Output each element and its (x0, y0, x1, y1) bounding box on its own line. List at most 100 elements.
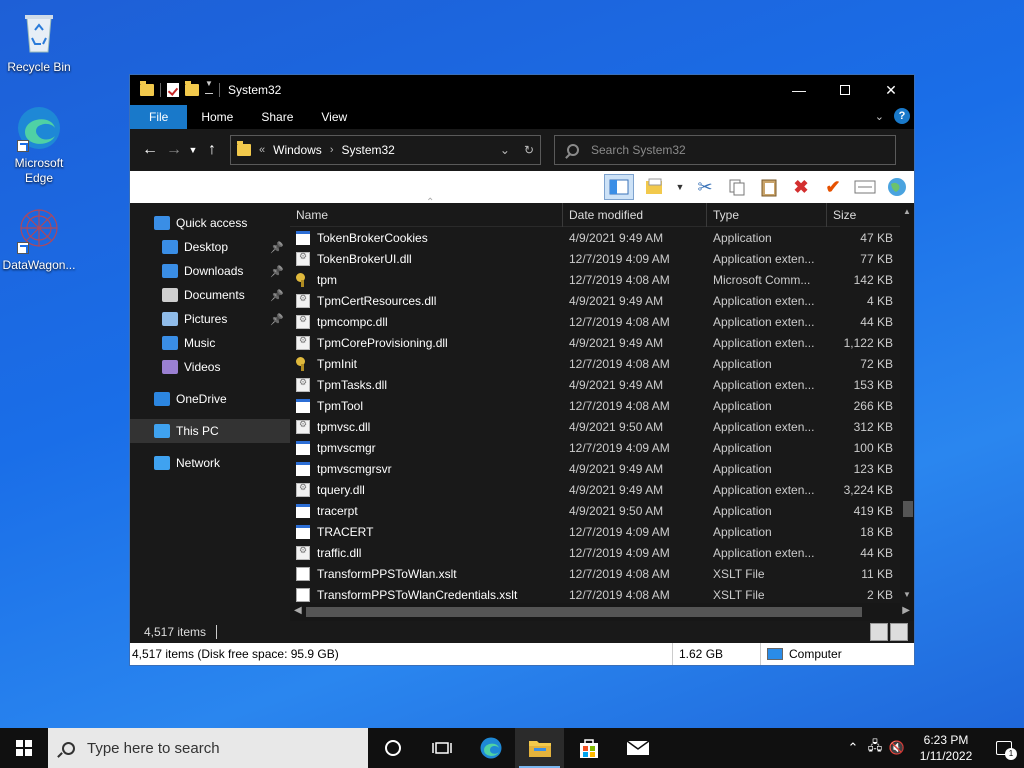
rename-checkmark-icon[interactable]: ✔ (822, 176, 844, 198)
nav-item-downloads[interactable]: Downloads 📌 (130, 259, 290, 283)
cut-icon[interactable]: ✂ (694, 176, 716, 198)
scroll-down-icon[interactable]: ▼ (903, 590, 911, 599)
properties-icon[interactable] (854, 176, 876, 198)
nav-item-onedrive[interactable]: OneDrive (130, 387, 290, 411)
paste-icon[interactable] (758, 176, 780, 198)
file-row[interactable]: TpmTasks.dll 4/9/2021 9:49 AM Application … (290, 374, 914, 395)
minimize-button[interactable]: — (776, 75, 822, 105)
forward-arrow-icon[interactable]: → (162, 141, 186, 159)
recent-locations-icon[interactable]: ▼ (186, 145, 200, 155)
nav-item-videos[interactable]: Videos (130, 355, 290, 379)
details-view-icon[interactable] (870, 623, 888, 641)
column-header-size[interactable]: Size (827, 203, 899, 227)
desktop-icon-edge[interactable]: Microsoft Edge (0, 104, 78, 186)
file-row[interactable]: TRACERT 12/7/2019 4:09 AM Application 18 KB (290, 521, 914, 542)
file-row[interactable]: tquery.dll 4/9/2021 9:49 AM Application ex… (290, 479, 914, 500)
scroll-right-icon[interactable]: ▶ (902, 605, 910, 616)
nav-item-music[interactable]: Music (130, 331, 290, 355)
store-icon[interactable] (564, 728, 613, 768)
cortana-icon[interactable] (368, 728, 417, 768)
address-bar[interactable]: « Windows › System32 ⌄ ↻ (230, 135, 541, 165)
dll-file-icon (296, 419, 310, 434)
scrollbar-thumb[interactable] (306, 607, 862, 617)
file-row[interactable]: tracerpt 4/9/2021 9:50 AM Application 419 K… (290, 500, 914, 521)
up-arrow-icon[interactable]: ↑ (200, 141, 224, 159)
scroll-up-icon[interactable]: ▲ (903, 207, 911, 216)
tab-home[interactable]: Home (187, 105, 247, 129)
column-header-type[interactable]: Type (707, 202, 827, 227)
file-name-cell: tpmvscmgr (290, 440, 563, 455)
delete-icon[interactable]: ✖ (790, 176, 812, 198)
preview-pane-icon[interactable] (604, 174, 634, 200)
file-row[interactable]: TpmTool 12/7/2019 4:08 AM Application 266 K… (290, 395, 914, 416)
file-row[interactable]: tpmvscmgrsvr 4/9/2021 9:49 AM Application 1… (290, 458, 914, 479)
desktop-icon-datawagon[interactable]: DataWagon... (0, 206, 78, 273)
globe-icon[interactable] (886, 176, 908, 198)
dropdown-arrow-icon[interactable]: ▼ (676, 176, 685, 198)
file-row[interactable]: TpmInit 12/7/2019 4:08 AM Application 72 KB (290, 353, 914, 374)
new-folder-icon[interactable] (185, 81, 199, 96)
maximize-button[interactable] (822, 75, 868, 105)
overflow-chevron-icon[interactable]: « (259, 144, 265, 156)
file-row[interactable]: tpmvscmgr 12/7/2019 4:09 AM Application 100… (290, 437, 914, 458)
file-row[interactable]: TpmCoreProvisioning.dll 4/9/2021 9:49 AM A… (290, 332, 914, 353)
desktop-icon-recycle-bin[interactable]: Recycle Bin (0, 8, 78, 75)
scrollbar-thumb[interactable] (903, 501, 913, 517)
action-center-button[interactable]: 1 (984, 728, 1024, 768)
breadcrumb-system32[interactable]: System32 (341, 143, 394, 157)
nav-item-label: Network (176, 456, 221, 470)
large-icons-view-icon[interactable] (890, 623, 908, 641)
tab-view[interactable]: View (307, 105, 361, 129)
task-view-icon[interactable] (417, 728, 466, 768)
nav-item-network[interactable]: Network (130, 451, 290, 475)
nav-item-documents[interactable]: Documents 📌 (130, 283, 290, 307)
clock[interactable]: 6:23 PM 1/11/2022 (908, 732, 984, 764)
file-row[interactable]: TransformPPSToWlan.xslt 12/7/2019 4:08 AM… (290, 563, 914, 584)
nav-item-pictures[interactable]: Pictures 📌 (130, 307, 290, 331)
file-row[interactable]: tpmcompc.dll 12/7/2019 4:08 AM Application… (290, 311, 914, 332)
close-button[interactable]: ✕ (868, 75, 914, 105)
network-icon[interactable]: 🖧 (864, 737, 886, 759)
file-row[interactable]: TokenBrokerUI.dll 12/7/2019 4:09 AM Applic… (290, 248, 914, 269)
volume-muted-icon[interactable]: 🔇 (886, 740, 908, 756)
recycle-bin-icon (15, 8, 63, 56)
file-row[interactable]: tpm 12/7/2019 4:08 AM Microsoft Comm... 142… (290, 269, 914, 290)
nav-item-desktop[interactable]: Desktop 📌 (130, 235, 290, 259)
horizontal-scrollbar[interactable]: ◀ ▶ (290, 603, 914, 621)
file-row[interactable]: TransformPPSToWlanCredentials.xslt 12/7/2… (290, 584, 914, 605)
file-row[interactable]: tpmvsc.dll 4/9/2021 9:50 AM Application ex… (290, 416, 914, 437)
file-size: 2 KB (866, 587, 893, 602)
copy-icon[interactable] (726, 176, 748, 198)
file-row[interactable]: traffic.dll 12/7/2019 4:09 AM Application … (290, 542, 914, 563)
address-dropdown-icon[interactable]: ⌄ (500, 143, 510, 157)
help-icon[interactable]: ? (894, 108, 910, 124)
file-row[interactable]: TpmCertResources.dll 4/9/2021 9:49 AM Appl… (290, 290, 914, 311)
nav-item-this-pc[interactable]: This PC (130, 419, 290, 443)
shortcut-arrow-icon (17, 140, 29, 152)
tab-share[interactable]: Share (247, 105, 307, 129)
tab-file[interactable]: File (130, 105, 188, 129)
mail-icon[interactable] (613, 728, 662, 768)
column-header-date-modified[interactable]: Date modified (563, 202, 707, 227)
scroll-left-icon[interactable]: ◀ (294, 605, 302, 616)
nav-item-quick-access[interactable]: Quick access (130, 211, 290, 235)
details-pane-icon[interactable] (644, 176, 666, 198)
pin-icon: 📌 (270, 289, 284, 302)
vertical-scrollbar[interactable]: ▲ ▼ (900, 203, 914, 603)
explorer-body: Quick access Desktop 📌 Downloads 📌 Documents 📌… (130, 197, 914, 621)
show-hidden-icons-icon[interactable]: ⌃ (842, 740, 864, 756)
file-name: TpmTasks.dll (317, 377, 388, 392)
back-arrow-icon[interactable]: ← (138, 141, 162, 159)
file-row[interactable]: TokenBrokerCookies 4/9/2021 9:49 AM Applic… (290, 227, 914, 248)
file-explorer-taskbar-icon[interactable] (515, 728, 564, 768)
customize-toolbar-icon[interactable]: ▼ (205, 79, 213, 94)
breadcrumb-windows[interactable]: Windows (273, 143, 322, 157)
file-name-cell: TRACERT (290, 524, 563, 539)
taskbar-search[interactable]: Type here to search (48, 728, 368, 768)
search-box[interactable]: Search System32 (554, 135, 896, 165)
refresh-icon[interactable]: ↻ (524, 143, 534, 157)
properties-icon[interactable] (167, 83, 179, 97)
start-button[interactable] (0, 728, 48, 768)
expand-ribbon-icon[interactable]: ⌄ (875, 110, 884, 123)
edge-taskbar-icon[interactable] (466, 728, 515, 768)
